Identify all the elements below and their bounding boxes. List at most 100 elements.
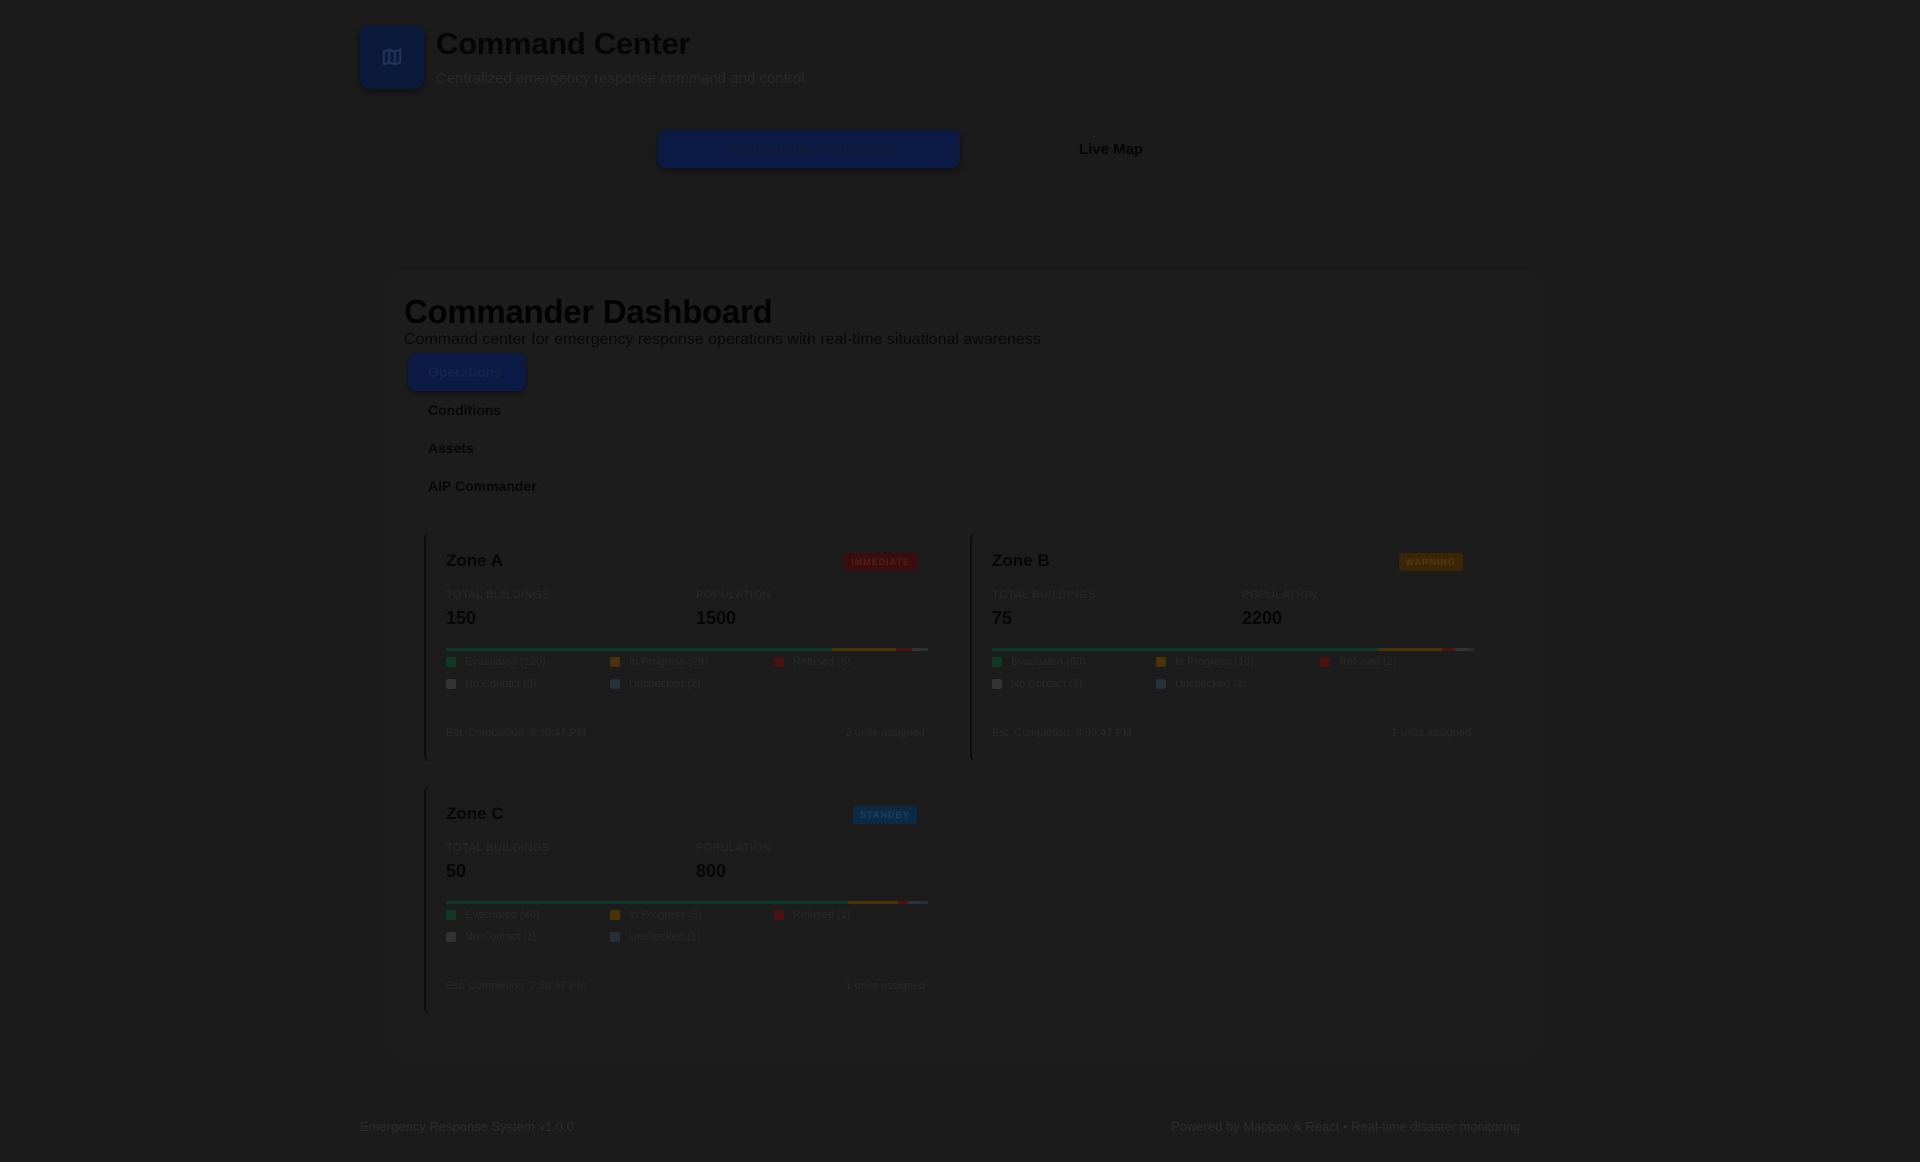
- footer-credits: Powered by Mapbox & React • Real-time di…: [1171, 1119, 1521, 1134]
- section-nav: Operations Conditions Assets AIP Command…: [408, 353, 557, 505]
- legend-swatch: [446, 910, 456, 920]
- population-label: POPULATION: [696, 842, 772, 854]
- top-nav: Commander Dashboard Live Map: [658, 130, 1262, 168]
- legend-label: Refused (5): [793, 656, 851, 668]
- legend-swatch: [446, 932, 456, 942]
- page-title: Commander Dashboard: [404, 293, 773, 330]
- tab-conditions[interactable]: Conditions: [408, 391, 557, 429]
- buildings-value: 50: [446, 861, 467, 881]
- units-assigned: 1 units assigned: [1391, 727, 1472, 739]
- tab-commander-dashboard[interactable]: Commander Dashboard: [658, 130, 960, 168]
- priority-badge: WARNING: [1398, 553, 1463, 571]
- app-header: Command Center Centralized emergency res…: [360, 25, 805, 89]
- legend-swatch: [610, 910, 620, 920]
- progress-segment: [1467, 648, 1474, 651]
- progress-segment: [1441, 648, 1455, 651]
- map-icon: [382, 48, 402, 66]
- progress-segment: [992, 648, 1378, 651]
- legend-label: No Contact (1): [465, 931, 537, 943]
- progress-segment: [446, 901, 848, 904]
- legend-swatch: [610, 679, 620, 689]
- legend-swatch: [992, 657, 1002, 667]
- progress-segment: [895, 648, 912, 651]
- legend-swatch: [1320, 657, 1330, 667]
- zone-card[interactable]: Zone C STANDBY TOTAL BUILDINGS 50 POPULA…: [424, 786, 937, 1014]
- legend-swatch: [1156, 679, 1166, 689]
- population-label: POPULATION: [1242, 589, 1318, 601]
- legend-label: In Progress (5): [629, 909, 702, 921]
- legend-evacuated: Evacuated (120): [446, 656, 546, 668]
- units-assigned: 1 units assigned: [845, 980, 926, 992]
- legend-label: Unchecked (1): [629, 931, 701, 943]
- progress-segment: [907, 901, 918, 904]
- progress-segment: [446, 648, 832, 651]
- zone-card[interactable]: Zone B WARNING TOTAL BUILDINGS 75 POPULA…: [970, 533, 1483, 761]
- legend-label: Unchecked (2): [629, 678, 701, 690]
- legend-evacuated: Evacuated (40): [446, 909, 540, 921]
- population-label: POPULATION: [696, 589, 772, 601]
- legend-in-progress: In Progress (5): [610, 909, 702, 921]
- progress-segment: [847, 901, 898, 904]
- population-value: 2200: [1242, 608, 1283, 628]
- tab-operations[interactable]: Operations: [408, 353, 526, 391]
- progress-segment: [921, 648, 928, 651]
- legend-no-contact: No Contact (1): [446, 931, 537, 943]
- legend-label: Refused (2): [1339, 656, 1397, 668]
- population-value: 1500: [696, 608, 737, 628]
- buildings-label: TOTAL BUILDINGS: [446, 842, 550, 854]
- footer-version: Emergency Response System v1.0.0: [360, 1119, 574, 1134]
- legend-unchecked: Unchecked (1): [1156, 678, 1247, 690]
- legend-label: Refused (1): [793, 909, 851, 921]
- legend-label: Unchecked (1): [1175, 678, 1247, 690]
- legend-no-contact: No Contact (2): [992, 678, 1083, 690]
- legend-swatch: [774, 910, 784, 920]
- legend-label: No Contact (3): [465, 678, 537, 690]
- zone-name: Zone B: [992, 551, 1050, 570]
- estimated-completion: Est. Completion: 8:39:47 PM: [446, 727, 587, 739]
- legend-unchecked: Unchecked (1): [610, 931, 701, 943]
- app-title: Command Center: [436, 26, 691, 61]
- progress-segment: [831, 648, 896, 651]
- legend-swatch: [610, 932, 620, 942]
- tab-live-map[interactable]: Live Map: [960, 130, 1262, 168]
- buildings-label: TOTAL BUILDINGS: [992, 589, 1096, 601]
- legend-in-progress: In Progress (20): [610, 656, 708, 668]
- zone-name: Zone C: [446, 804, 504, 823]
- progress-segment: [1454, 648, 1468, 651]
- legend-no-contact: No Contact (3): [446, 678, 537, 690]
- legend-swatch: [774, 657, 784, 667]
- legend-refused: Refused (5): [774, 656, 850, 668]
- legend-refused: Refused (2): [1320, 656, 1396, 668]
- legend-label: In Progress (10): [1175, 656, 1254, 668]
- legend-label: Evacuated (60): [1011, 656, 1086, 668]
- progress-segment: [897, 901, 908, 904]
- app-subtitle: Centralized emergency response command a…: [436, 70, 805, 87]
- buildings-value: 75: [992, 608, 1013, 628]
- tab-assets[interactable]: Assets: [408, 429, 557, 467]
- units-assigned: 2 units assigned: [845, 727, 926, 739]
- estimated-completion: Est. Completion: 8:39:47 PM: [992, 727, 1133, 739]
- legend-label: In Progress (20): [629, 656, 708, 668]
- legend-label: No Contact (2): [1011, 678, 1083, 690]
- population-value: 800: [696, 861, 727, 881]
- page-subtitle: Command center for emergency response op…: [404, 331, 1041, 348]
- zone-name: Zone A: [446, 551, 503, 570]
- legend-label: Evacuated (40): [465, 909, 540, 921]
- evacuation-progress-bar: [446, 648, 928, 651]
- legend-swatch: [446, 657, 456, 667]
- buildings-value: 150: [446, 608, 477, 628]
- legend-swatch: [610, 657, 620, 667]
- tab-aip-commander[interactable]: AIP Commander: [408, 467, 557, 505]
- progress-segment: [1377, 648, 1442, 651]
- progress-segment: [911, 648, 922, 651]
- zone-card[interactable]: Zone A IMMEDIATE TOTAL BUILDINGS 150 POP…: [424, 533, 937, 761]
- legend-label: Evacuated (120): [465, 656, 546, 668]
- app-logo: [360, 25, 424, 89]
- evacuation-progress-bar: [446, 901, 928, 904]
- legend-swatch: [1156, 657, 1166, 667]
- legend-swatch: [446, 679, 456, 689]
- legend-swatch: [992, 679, 1002, 689]
- legend-evacuated: Evacuated (60): [992, 656, 1086, 668]
- estimated-completion: Est. Completion: 7:39:47 PM: [446, 980, 587, 992]
- priority-badge: IMMEDIATE: [844, 553, 917, 571]
